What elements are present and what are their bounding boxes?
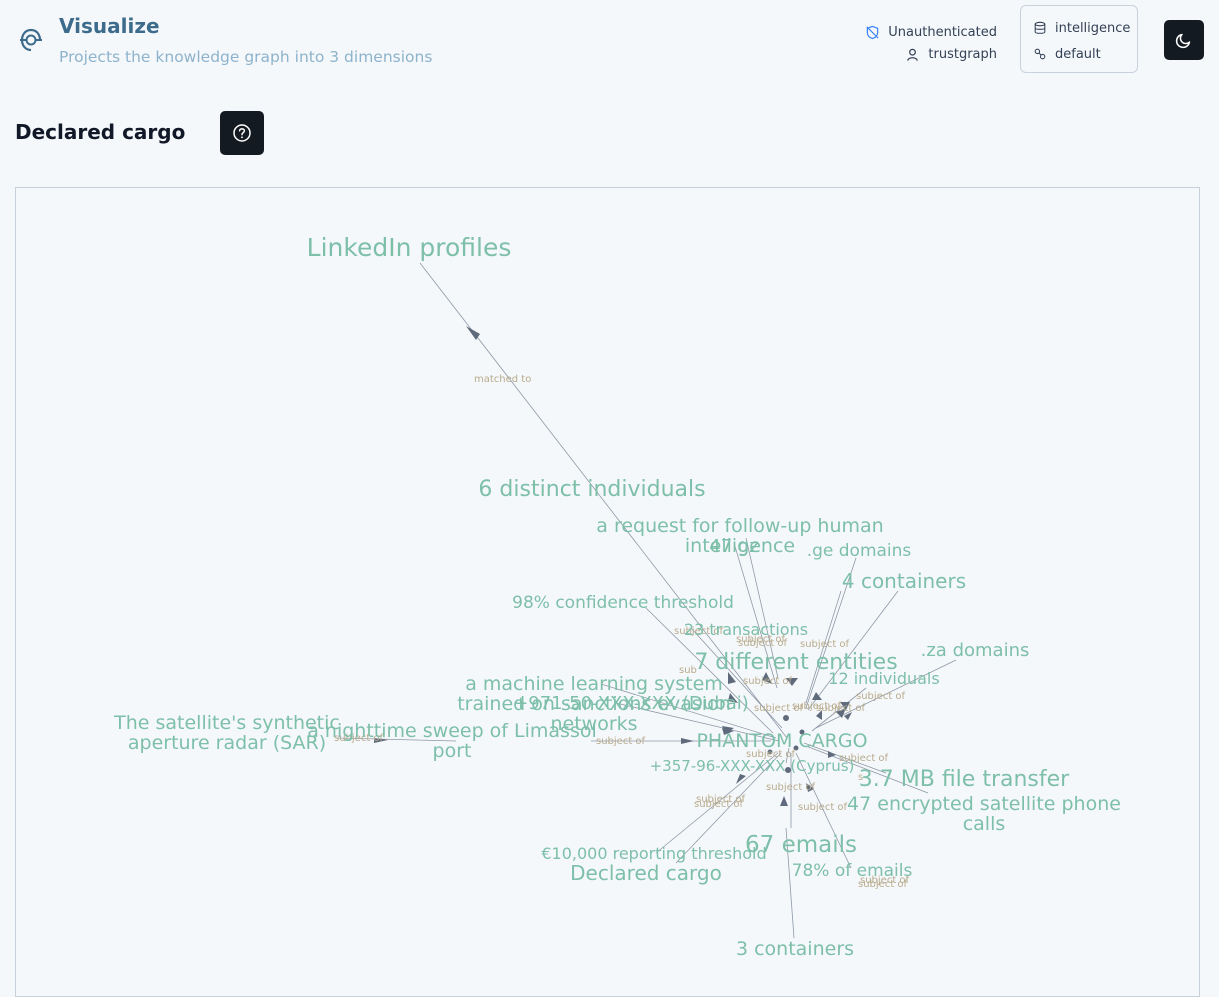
graph-node[interactable]: 98% confidence threshold: [512, 593, 734, 613]
database-icon: [1034, 21, 1046, 34]
help-circle-icon: [233, 124, 251, 142]
edge-arrow: [780, 796, 788, 806]
graph-node[interactable]: 3 containers: [736, 938, 854, 960]
collection-name: default: [1055, 46, 1101, 62]
edge-label: subject of: [738, 638, 788, 649]
graph-node[interactable]: aperture radar (SAR): [128, 732, 326, 754]
help-button[interactable]: [220, 111, 264, 155]
graph-node[interactable]: 3.7 MB file transfer: [859, 767, 1070, 792]
section-title: Declared cargo: [15, 120, 186, 144]
app-logo-icon: [20, 28, 42, 52]
graph-node[interactable]: a machine learning system: [465, 673, 723, 695]
user-name: trustgraph: [928, 46, 997, 62]
auth-status: Unauthenticated: [888, 24, 997, 40]
graph-node[interactable]: 47 gz: [709, 536, 759, 557]
graph-svg[interactable]: matched to subject of subject of subject…: [16, 188, 1200, 997]
edge-label: subject of: [596, 736, 646, 747]
graph-node[interactable]: 4 containers: [842, 569, 966, 593]
graph-node[interactable]: a request for follow-up human: [596, 515, 883, 537]
graph-node[interactable]: .ge domains: [807, 541, 912, 561]
workspace-selector[interactable]: intelligence default: [1020, 5, 1138, 73]
edge-label: subject of: [766, 782, 816, 793]
graph-node[interactable]: a nighttime sweep of Limassol: [307, 720, 597, 742]
graph-node[interactable]: port: [433, 740, 472, 762]
edge-label: subject of: [694, 799, 744, 810]
graph-node[interactable]: +971-50-XXX-XXX (Dubai): [513, 693, 749, 714]
graph-node[interactable]: 78% of emails: [792, 861, 913, 881]
user-icon: [907, 48, 919, 61]
edge-label: subject of: [754, 703, 804, 714]
edge-arrow: [681, 738, 694, 744]
graph-node[interactable]: +357-96-XXX-XXX (Cyprus): [650, 757, 855, 775]
workspace-name: intelligence: [1055, 20, 1131, 36]
graph-node[interactable]: .za domains: [921, 640, 1030, 661]
edge-label: subject of: [816, 703, 866, 714]
edge-label: subject of: [798, 802, 848, 813]
edge-label: subject of: [800, 639, 850, 650]
graph-edge-labels: matched to subject of subject of subject…: [334, 374, 910, 890]
graph-node[interactable]: LinkedIn profiles: [307, 233, 512, 262]
page-title: Visualize: [59, 14, 160, 38]
shield-off-icon: [866, 25, 879, 39]
graph-node[interactable]: 23 transactions: [684, 620, 808, 639]
edge-arrow: [736, 774, 746, 784]
graph-canvas[interactable]: matched to subject of subject of subject…: [15, 187, 1200, 997]
graph-node[interactable]: calls: [963, 813, 1006, 835]
edge-arrow: [783, 715, 789, 721]
graph-node[interactable]: PHANTOM CARGO: [696, 730, 867, 752]
page-subtitle: Projects the knowledge graph into 3 dime…: [59, 48, 433, 66]
graph-node[interactable]: Declared cargo: [570, 861, 722, 885]
graph-node[interactable]: 6 distinct individuals: [478, 477, 705, 502]
theme-toggle-button[interactable]: [1164, 20, 1204, 60]
graph-node[interactable]: 47 encrypted satellite phone: [847, 793, 1121, 815]
edge-label: matched to: [474, 374, 531, 385]
edge-label: subject of: [743, 676, 793, 687]
graph-node-labels: LinkedIn profiles 6 distinct individuals…: [113, 233, 1121, 960]
graph-node[interactable]: The satellite's synthetic: [113, 712, 340, 734]
link-icon: [1034, 48, 1046, 60]
auth-panel: Unauthenticated trustgraph: [865, 21, 997, 65]
edge-label: subject of: [856, 691, 906, 702]
graph-node[interactable]: 12 individuals: [828, 669, 939, 688]
moon-icon: [1175, 33, 1191, 49]
